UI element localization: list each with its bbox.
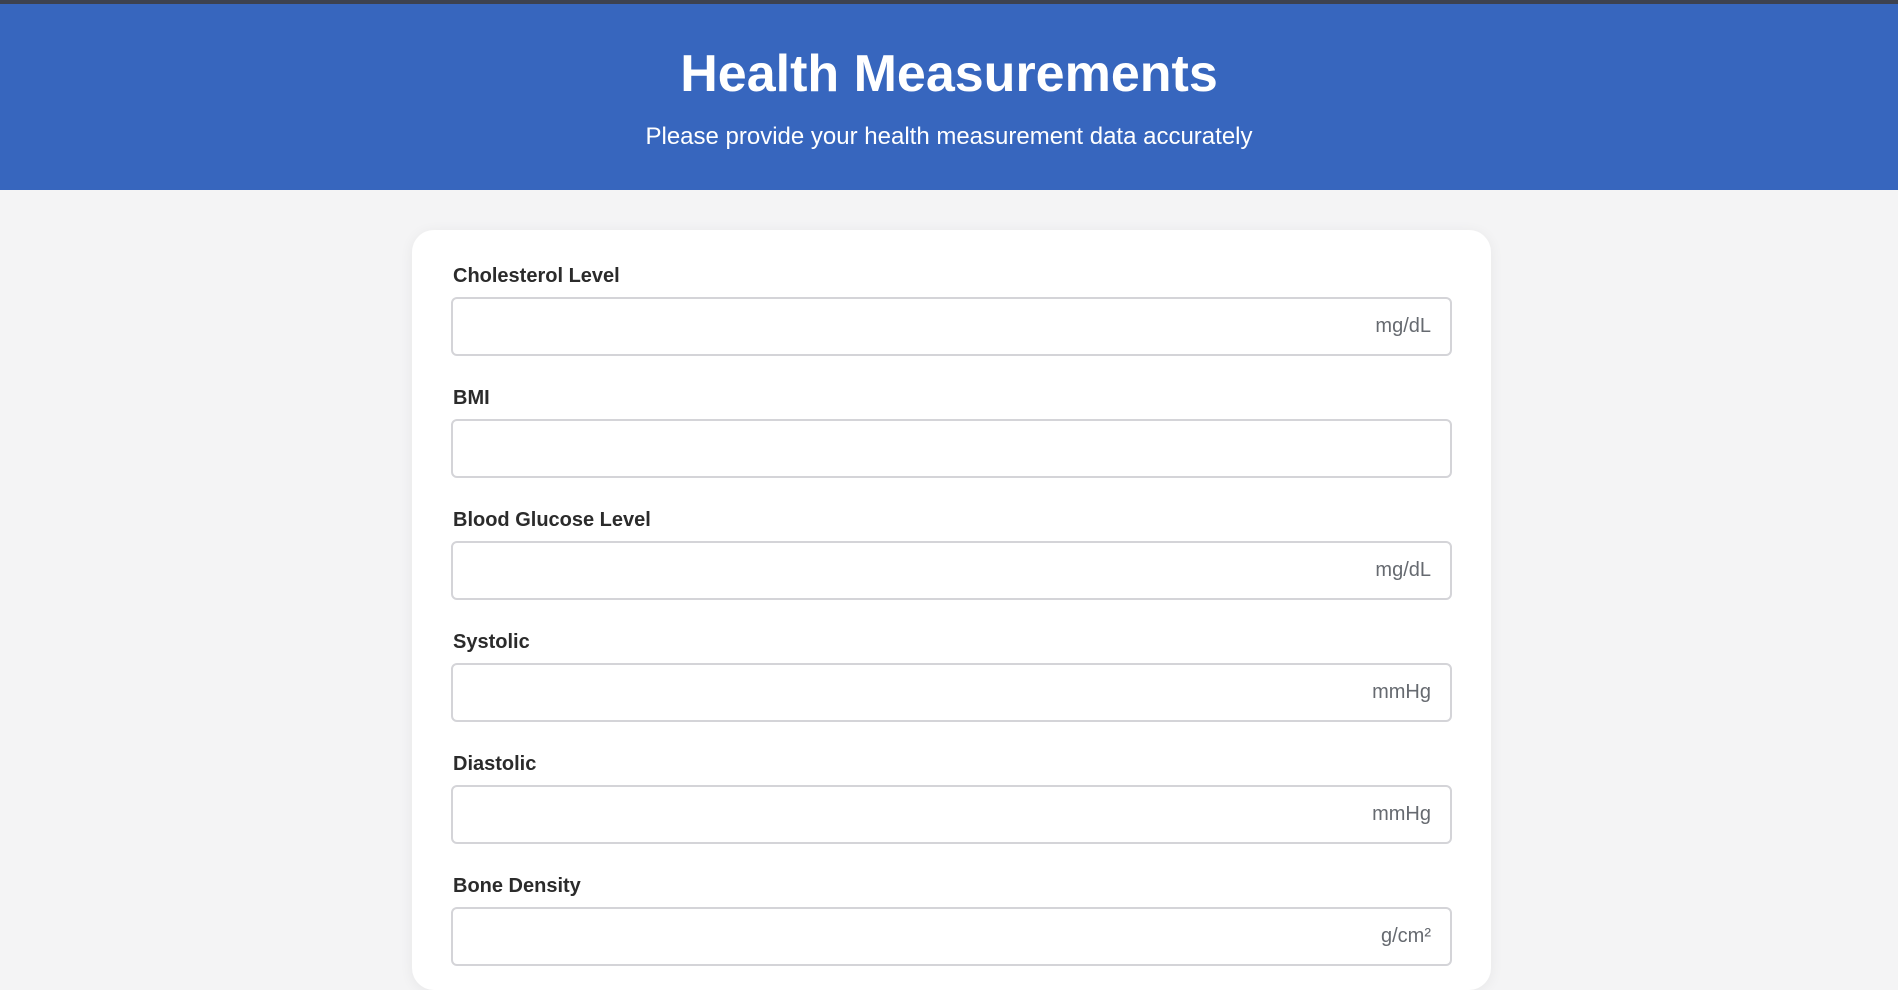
bone-density-input-wrapper: g/cm² <box>451 907 1452 966</box>
blood-glucose-unit: mg/dL <box>1375 559 1431 581</box>
diastolic-unit: mmHg <box>1372 803 1431 825</box>
cholesterol-label: Cholesterol Level <box>453 265 620 287</box>
bmi-input-wrapper <box>451 419 1452 478</box>
blood-glucose-input-wrapper: mg/dL <box>451 541 1452 600</box>
bone-density-label: Bone Density <box>453 875 581 897</box>
measurement-form-card: Cholesterol Level mg/dL BMI Blood Glucos… <box>412 230 1491 990</box>
diastolic-input[interactable] <box>453 787 1450 842</box>
cholesterol-input[interactable] <box>453 299 1450 354</box>
systolic-label: Systolic <box>453 631 530 653</box>
bmi-input[interactable] <box>453 421 1450 476</box>
page-header: Health Measurements Please provide your … <box>0 4 1898 190</box>
cholesterol-unit: mg/dL <box>1375 315 1431 337</box>
page-title: Health Measurements <box>680 45 1218 103</box>
cholesterol-input-wrapper: mg/dL <box>451 297 1452 356</box>
systolic-input[interactable] <box>453 665 1450 720</box>
page-subtitle: Please provide your health measurement d… <box>645 123 1253 150</box>
blood-glucose-input[interactable] <box>453 543 1450 598</box>
bone-density-input[interactable] <box>453 909 1450 964</box>
diastolic-input-wrapper: mmHg <box>451 785 1452 844</box>
blood-glucose-label: Blood Glucose Level <box>453 509 651 531</box>
systolic-unit: mmHg <box>1372 681 1431 703</box>
diastolic-label: Diastolic <box>453 753 537 775</box>
systolic-input-wrapper: mmHg <box>451 663 1452 722</box>
bone-density-unit: g/cm² <box>1381 925 1431 947</box>
bmi-label: BMI <box>453 387 490 409</box>
